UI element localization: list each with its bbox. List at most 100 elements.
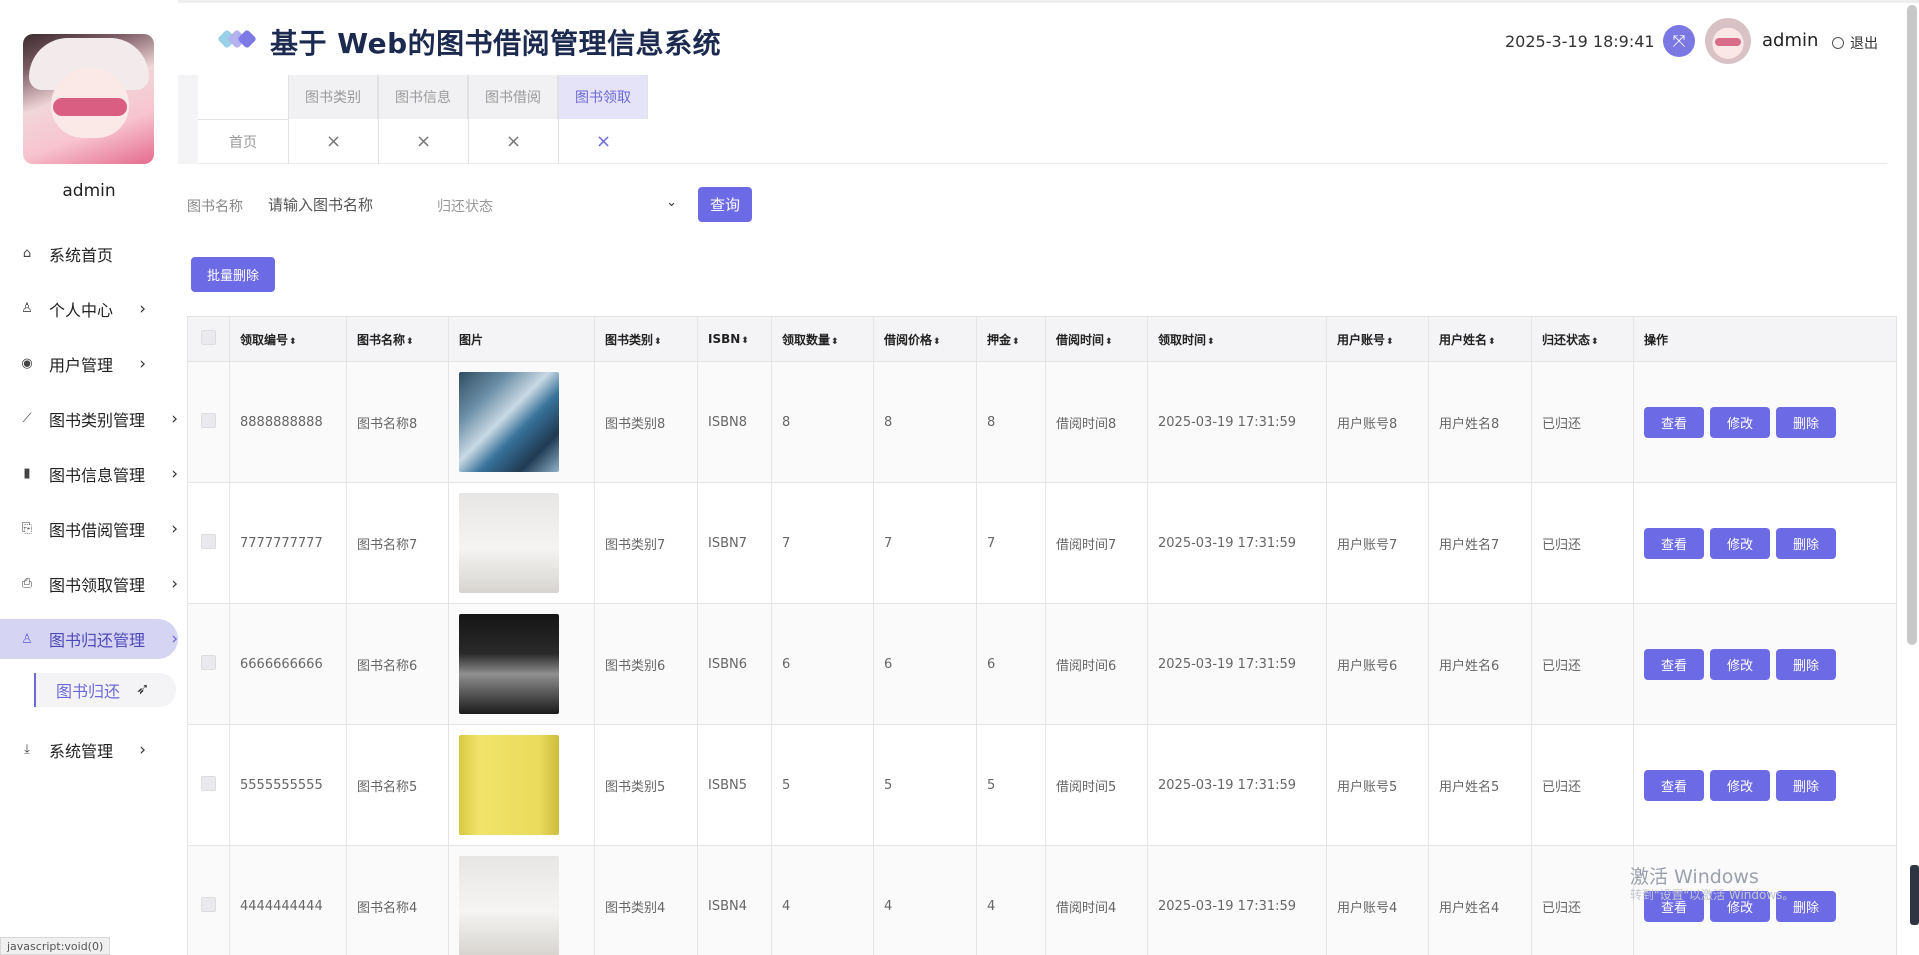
sort-icon[interactable]: ⬍ — [1207, 337, 1215, 347]
table-row: 7777777777 图书名称7 图书类别7 ISBN7 7 7 7 借阅时间7 2025-03… — [187, 482, 1897, 604]
row-checkbox[interactable] — [187, 361, 230, 483]
sidebar-item-book-receive[interactable]: ⎙ 图书领取管理 › — [0, 556, 178, 611]
book-cover-image — [459, 614, 559, 714]
tab-home[interactable]: 首页 — [198, 119, 288, 164]
delete-button[interactable]: 删除 — [1776, 406, 1836, 438]
sort-icon[interactable]: ⬍ — [1012, 337, 1020, 347]
edit-button[interactable]: 修改 — [1710, 406, 1770, 438]
book-image-cell — [448, 361, 595, 483]
cell-name: 图书名称7 — [346, 482, 449, 604]
sort-icon[interactable]: ⬍ — [1488, 337, 1496, 347]
column-header[interactable]: 用户账号⬍ — [1326, 316, 1429, 362]
column-header[interactable]: 领取时间⬍ — [1147, 316, 1327, 362]
chevron-right-icon: › — [171, 629, 178, 649]
cell-name: 图书名称5 — [346, 724, 449, 846]
sidebar-item-users[interactable]: ◉ 用户管理 › — [0, 336, 178, 391]
view-button[interactable]: 查看 — [1644, 648, 1704, 680]
cell-uname: 用户姓名8 — [1428, 361, 1532, 483]
sort-icon[interactable]: ⬍ — [406, 337, 414, 347]
column-header[interactable]: 领取数量⬍ — [771, 316, 874, 362]
edit-button[interactable]: 修改 — [1710, 769, 1770, 801]
row-checkbox[interactable] — [187, 482, 230, 604]
sort-icon[interactable]: ⬍ — [654, 337, 662, 347]
tab-book-receive[interactable]: 图书领取 — [558, 75, 648, 119]
fullscreen-icon[interactable]: ⤧ — [1663, 25, 1695, 57]
sort-icon[interactable]: ⬍ — [1386, 337, 1394, 347]
column-header[interactable]: 归还状态⬍ — [1531, 316, 1634, 362]
sidebar-item-profile[interactable]: ♙ 个人中心 › — [0, 281, 178, 336]
sort-icon[interactable]: ⬍ — [1105, 337, 1113, 347]
tab-book-info[interactable]: 图书信息 — [378, 75, 468, 119]
cell-price: 6 — [873, 603, 977, 725]
edit-button[interactable]: 修改 — [1710, 648, 1770, 680]
submenu-item-book-return[interactable]: 图书归还 ➶ — [34, 673, 176, 707]
delete-button[interactable]: 删除 — [1776, 527, 1836, 559]
sidebar-item-label: 用户管理 — [49, 355, 114, 375]
sidebar-item-home[interactable]: ⌂ 系统首页 — [0, 226, 178, 281]
logout-label: 退出 — [1850, 36, 1878, 52]
book-cover-image — [459, 372, 559, 472]
batch-delete-button[interactable]: 批量删除 — [191, 257, 275, 292]
view-button[interactable]: 查看 — [1644, 527, 1704, 559]
view-button[interactable]: 查看 — [1644, 769, 1704, 801]
logout-button[interactable]: 退出 — [1832, 33, 1878, 53]
tab-book-category[interactable]: 图书类别 — [288, 75, 378, 119]
cell-status: 已归还 — [1531, 845, 1634, 955]
delete-button[interactable]: 删除 — [1776, 648, 1836, 680]
datetime: 2025-3-19 18:9:41 — [1505, 32, 1655, 51]
cell-account: 用户账号8 — [1326, 361, 1429, 483]
header-avatar[interactable] — [1705, 18, 1751, 64]
row-checkbox[interactable] — [187, 724, 230, 846]
delete-button[interactable]: 删除 — [1776, 769, 1836, 801]
sort-icon[interactable]: ⬍ — [741, 336, 749, 346]
close-icon[interactable]: × — [288, 119, 378, 164]
row-checkbox[interactable] — [187, 845, 230, 955]
column-header[interactable]: 用户姓名⬍ — [1428, 316, 1532, 362]
sidebar-item-book-category[interactable]: ⟋ 图书类别管理 › — [0, 391, 178, 446]
column-header[interactable]: 借阅时间⬍ — [1045, 316, 1148, 362]
cell-borrow-time: 借阅时间7 — [1045, 482, 1148, 604]
chevron-right-icon: › — [171, 408, 178, 429]
cell-receive-time: 2025-03-19 17:31:59 — [1147, 724, 1327, 846]
column-header[interactable]: 押金⬍ — [976, 316, 1046, 362]
column-header: 图片 — [448, 316, 595, 362]
cell-qty: 8 — [771, 361, 874, 483]
scrollbar[interactable] — [1907, 5, 1917, 645]
sidebar-item-book-info[interactable]: ▮ 图书信息管理 › — [0, 446, 178, 501]
column-header[interactable]: 图书类别⬍ — [594, 316, 698, 362]
sort-icon[interactable]: ⬍ — [831, 337, 839, 347]
cell-qty: 6 — [771, 603, 874, 725]
person-icon: ♙ — [21, 631, 33, 647]
sort-icon[interactable]: ⬍ — [933, 337, 941, 347]
view-button[interactable]: 查看 — [1644, 406, 1704, 438]
select-all-checkbox[interactable] — [187, 316, 230, 362]
column-header-label: 押金 — [987, 332, 1012, 347]
column-header[interactable]: 领取编号⬍ — [229, 316, 347, 362]
sidebar-item-book-return[interactable]: ♙ 图书归还管理 › — [0, 619, 178, 659]
sidebar-item-system[interactable]: ⤓ 系统管理 › — [0, 722, 178, 777]
sort-icon[interactable]: ⬍ — [289, 337, 297, 347]
column-header[interactable]: ISBN⬍ — [697, 316, 772, 362]
cell-deposit: 5 — [976, 724, 1046, 846]
close-icon[interactable]: × — [558, 119, 648, 164]
query-button[interactable]: 查询 — [698, 187, 752, 222]
cell-receive-time: 2025-03-19 17:31:59 — [1147, 845, 1327, 955]
scrollbar-thumb[interactable] — [1910, 865, 1919, 925]
edit-button[interactable]: 修改 — [1710, 527, 1770, 559]
close-icon[interactable]: × — [468, 119, 558, 164]
sidebar-item-book-borrow[interactable]: ⎘ 图书借阅管理 › — [0, 501, 178, 556]
close-icon[interactable]: × — [378, 119, 468, 164]
column-header[interactable]: 图书名称⬍ — [346, 316, 449, 362]
cell-account: 用户账号5 — [1326, 724, 1429, 846]
search-input[interactable] — [268, 191, 418, 219]
row-checkbox[interactable] — [187, 603, 230, 725]
user-icon: ♙ — [21, 301, 33, 316]
user-avatar[interactable] — [23, 34, 154, 164]
tab-book-borrow[interactable]: 图书借阅 — [468, 75, 558, 119]
chevron-right-icon: › — [171, 463, 178, 484]
column-header[interactable]: 借阅价格⬍ — [873, 316, 977, 362]
column-header-label: 借阅时间 — [1056, 332, 1105, 347]
column-header-label: 操作 — [1644, 332, 1669, 347]
return-status-select[interactable]: 归还状态 ⌄ — [437, 193, 677, 219]
sort-icon[interactable]: ⬍ — [1591, 337, 1599, 347]
